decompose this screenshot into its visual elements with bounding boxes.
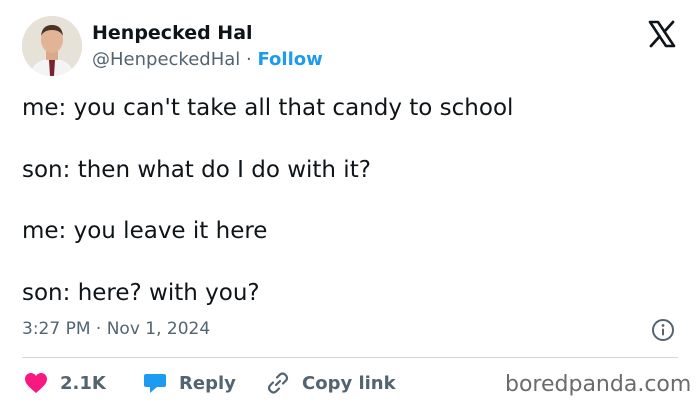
x-logo-icon[interactable] — [647, 19, 677, 49]
tweet-timestamp[interactable]: 3:27 PM · Nov 1, 2024 — [22, 318, 210, 340]
reply-label: Reply — [179, 372, 236, 394]
copy-link-label: Copy link — [302, 372, 396, 394]
handle-separator: · — [246, 49, 252, 70]
avatar[interactable] — [22, 16, 82, 76]
tweet-text-line: son: then what do I do with it? — [22, 157, 371, 183]
like-button[interactable]: 2.1K — [24, 370, 106, 396]
author-handle-row: @HenpeckedHal · Follow — [92, 48, 323, 72]
info-icon[interactable] — [651, 318, 675, 342]
tweet-time: 3:27 PM — [22, 319, 91, 339]
author-handle[interactable]: @HenpeckedHal — [92, 49, 240, 70]
tweet-text-line: me: you can't take all that candy to sch… — [22, 95, 514, 121]
timestamp-separator: · — [95, 319, 102, 339]
tweet-text-line: me: you leave it here — [22, 218, 268, 244]
speech-bubble-icon — [144, 374, 166, 393]
reply-button[interactable]: Reply — [143, 370, 236, 396]
tweet-text-line: son: here? with you? — [22, 280, 260, 306]
heart-icon — [25, 373, 47, 393]
watermark: boredpanda.com — [505, 372, 692, 397]
tweet-date: Nov 1, 2024 — [106, 319, 211, 339]
copy-link-button[interactable]: Copy link — [266, 370, 396, 396]
divider — [22, 357, 678, 358]
like-count: 2.1K — [60, 372, 106, 394]
author-name[interactable]: Henpecked Hal — [92, 21, 253, 45]
link-icon — [267, 372, 289, 394]
follow-button[interactable]: Follow — [257, 49, 322, 70]
